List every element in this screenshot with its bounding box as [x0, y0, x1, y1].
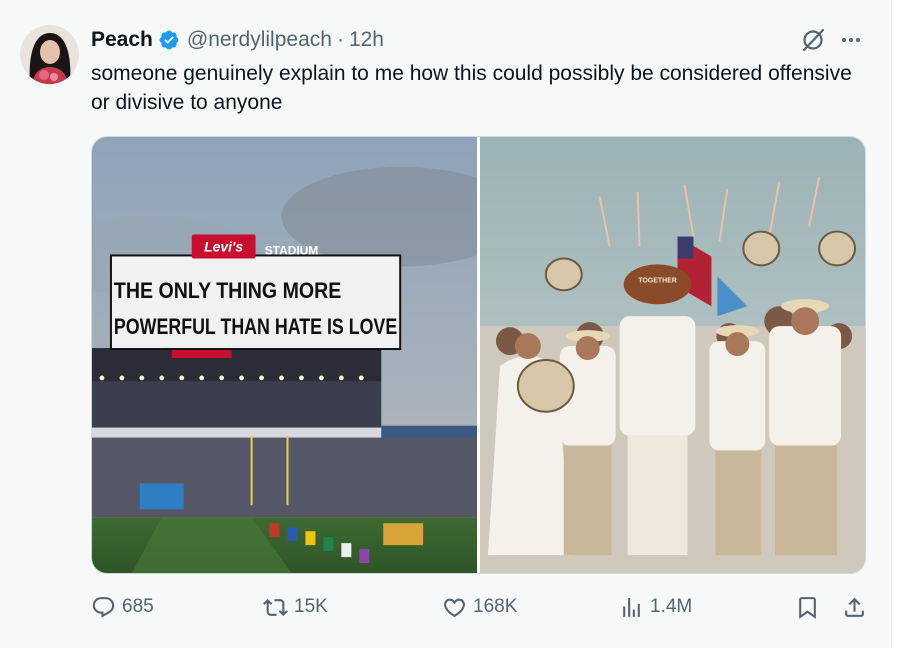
avatar-image: [20, 25, 79, 84]
sign-brand: Levi's: [204, 238, 243, 254]
scoreboard-line-1: THE ONLY THING MORE: [114, 278, 341, 303]
like-count: 168K: [473, 596, 518, 617]
avatar[interactable]: [20, 25, 79, 84]
repost-icon: [263, 598, 288, 616]
performers-illustration: TOGETHER: [480, 137, 865, 573]
post-time[interactable]: 12h: [349, 28, 384, 52]
more-icon[interactable]: [838, 27, 864, 53]
bookmark-button[interactable]: [795, 592, 820, 622]
reply-count: 685: [122, 596, 154, 617]
author-name[interactable]: Peach: [91, 28, 153, 52]
like-button[interactable]: 168K: [442, 592, 517, 622]
action-bar: 685 15K 168K 1.4M: [91, 592, 867, 622]
post-card[interactable]: Peach @nerdylilpeach · 12h someone genui…: [0, 0, 892, 648]
stadium-illustration: Levi's STADIUM THE ONLY THING MORE POWER…: [92, 137, 477, 573]
heart-icon: [444, 598, 465, 617]
repost-count: 15K: [294, 596, 328, 617]
performers-photo[interactable]: TOGETHER: [480, 137, 865, 573]
views-icon: [623, 597, 640, 617]
post-text: someone genuinely explain to me how this…: [91, 62, 852, 114]
reply-icon: [92, 596, 115, 618]
media-grid: Levi's STADIUM THE ONLY THING MORE POWER…: [91, 136, 866, 574]
scoreboard-line-2: POWERFUL THAN HATE IS LOVE: [114, 314, 397, 339]
share-button[interactable]: [842, 592, 867, 622]
separator-dot: ·: [336, 28, 344, 51]
author-handle[interactable]: @nerdylilpeach: [187, 28, 332, 52]
verified-badge-icon: [159, 30, 179, 50]
bookmark-icon: [799, 596, 816, 619]
views-button[interactable]: 1.4M: [619, 592, 692, 622]
post-header: Peach @nerdylilpeach · 12h: [91, 26, 384, 54]
sign-stadium: STADIUM: [265, 243, 319, 257]
share-icon: [845, 597, 864, 617]
repost-button[interactable]: 15K: [263, 592, 328, 622]
football-text: TOGETHER: [638, 277, 677, 284]
view-count: 1.4M: [650, 596, 693, 617]
grok-icon[interactable]: [800, 27, 826, 53]
reply-button[interactable]: 685: [91, 592, 154, 622]
stadium-photo[interactable]: Levi's STADIUM THE ONLY THING MORE POWER…: [92, 137, 477, 573]
